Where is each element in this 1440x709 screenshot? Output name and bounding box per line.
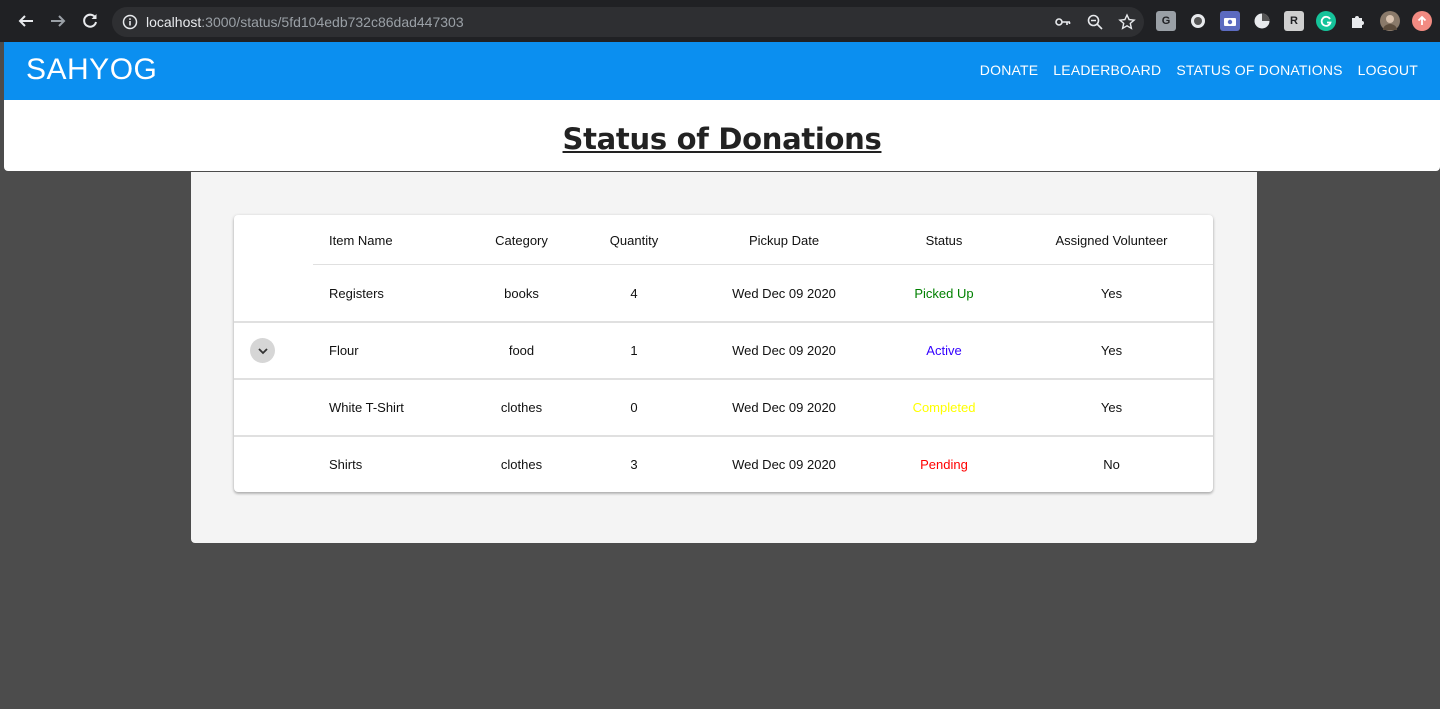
bookmark-star-icon[interactable] (1118, 13, 1136, 31)
extension-camera-icon[interactable] (1220, 11, 1240, 31)
zoom-icon[interactable] (1086, 13, 1104, 31)
extension-r-icon[interactable]: R (1284, 11, 1304, 31)
title-panel: Status of Donations (4, 100, 1440, 171)
cell-category: books (504, 286, 539, 301)
url-text: localhost:3000/status/5fd104edb732c86dad… (146, 14, 464, 30)
app-bar: SAHYOG DONATE LEADERBOARD STATUS OF DONA… (4, 42, 1440, 100)
avatar[interactable] (1380, 11, 1400, 31)
header-assigned-volunteer: Assigned Volunteer (1055, 232, 1168, 248)
cell-status: Active (926, 343, 962, 358)
nav-logout[interactable]: LOGOUT (1358, 62, 1418, 78)
reload-icon[interactable] (80, 11, 100, 31)
cell-category: food (508, 343, 535, 358)
expand-row-button[interactable] (250, 338, 275, 363)
puzzle-extensions-icon[interactable] (1348, 11, 1368, 31)
nav-leaderboard[interactable]: LEADERBOARD (1053, 62, 1161, 78)
header-category: Category (495, 232, 548, 248)
browser-chrome: localhost:3000/status/5fd104edb732c86dad… (0, 0, 1440, 42)
cell-pickup-date: Wed Dec 09 2020 (732, 286, 836, 301)
key-icon[interactable] (1054, 13, 1072, 31)
cell-quantity: 3 (630, 457, 638, 472)
grammarly-icon[interactable] (1316, 11, 1336, 31)
back-arrow-icon[interactable] (16, 11, 36, 31)
header-quantity: Quantity (609, 232, 659, 248)
extension-circle-icon[interactable] (1188, 11, 1208, 31)
cell-item-name: Flour (329, 343, 359, 358)
address-bar[interactable]: localhost:3000/status/5fd104edb732c86dad… (112, 7, 1144, 37)
chevron-down-icon (257, 347, 268, 354)
cell-item-name: Shirts (329, 457, 363, 472)
cell-status: Picked Up (914, 286, 974, 301)
table-header-row: Item Name Category Quantity Pickup Date … (234, 215, 1213, 265)
cell-category: clothes (500, 400, 543, 415)
table-row: White T-Shirt clothes 0 Wed Dec 09 2020 … (234, 379, 1213, 436)
main-nav: DONATE LEADERBOARD STATUS OF DONATIONS L… (980, 62, 1418, 78)
donations-card: Item Name Category Quantity Pickup Date … (191, 172, 1257, 543)
cell-category: clothes (500, 457, 543, 472)
donations-table: Item Name Category Quantity Pickup Date … (234, 215, 1213, 492)
cell-pickup-date: Wed Dec 09 2020 (732, 457, 836, 472)
forward-arrow-icon[interactable] (48, 11, 68, 31)
header-status: Status (925, 232, 963, 248)
page-title: Status of Donations (562, 122, 882, 156)
cell-assigned-volunteer: Yes (1100, 286, 1123, 301)
cell-pickup-date: Wed Dec 09 2020 (732, 400, 836, 415)
nav-status-of-donations[interactable]: STATUS OF DONATIONS (1176, 62, 1342, 78)
cell-assigned-volunteer: Yes (1100, 400, 1123, 415)
header-pickup-date: Pickup Date (748, 232, 820, 248)
cell-pickup-date: Wed Dec 09 2020 (732, 343, 836, 358)
extension-pie-icon[interactable] (1252, 11, 1272, 31)
table-row: Shirts clothes 3 Wed Dec 09 2020 Pending… (234, 436, 1213, 493)
cell-status: Pending (920, 457, 968, 472)
table-row: Flour food 1 Wed Dec 09 2020 Active Yes (234, 322, 1213, 379)
cell-item-name: Registers (329, 286, 384, 301)
cell-quantity: 4 (630, 286, 638, 301)
cell-status: Completed (912, 400, 976, 415)
cell-assigned-volunteer: Yes (1100, 343, 1123, 358)
table-row: Registers books 4 Wed Dec 09 2020 Picked… (234, 265, 1213, 322)
brand-logo[interactable]: SAHYOG (26, 53, 157, 87)
cell-assigned-volunteer: No (1103, 457, 1120, 472)
update-icon[interactable] (1412, 11, 1432, 31)
nav-donate[interactable]: DONATE (980, 62, 1039, 78)
extension-bar: G R (1156, 11, 1432, 31)
cell-quantity: 0 (630, 400, 638, 415)
extension-g-icon[interactable]: G (1156, 11, 1176, 31)
header-item-name: Item Name (329, 232, 393, 248)
cell-item-name: White T-Shirt (329, 400, 404, 415)
cell-quantity: 1 (630, 343, 638, 358)
site-info-icon[interactable] (122, 14, 138, 30)
